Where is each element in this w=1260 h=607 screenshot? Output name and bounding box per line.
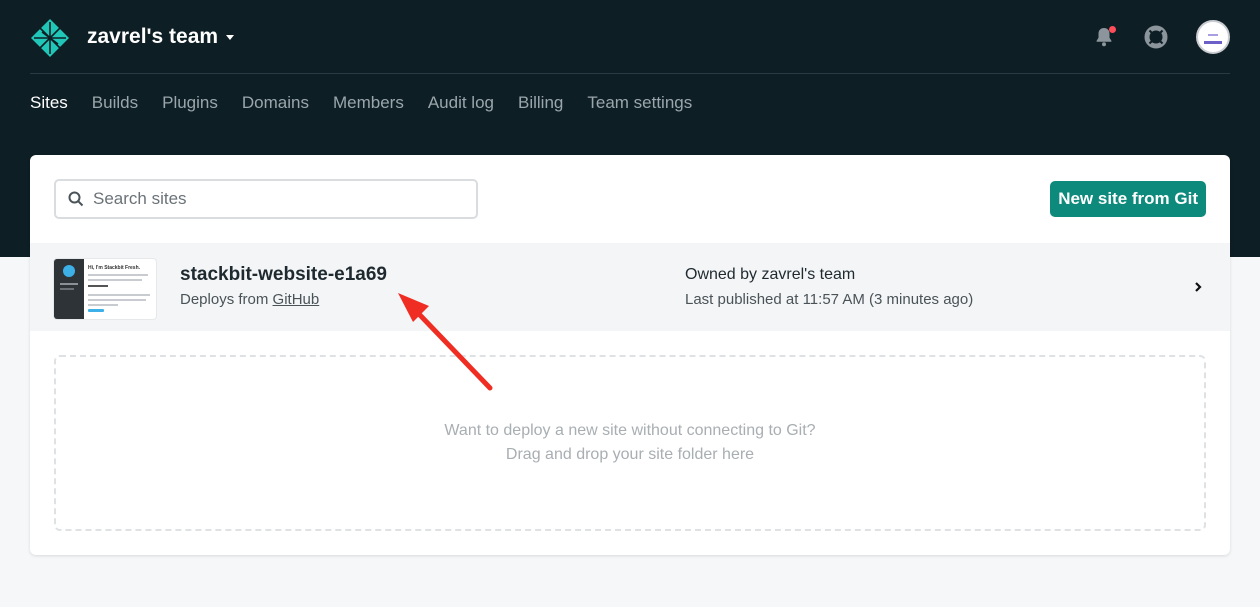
search-input[interactable] [93,189,453,209]
thumbnail-button [88,309,104,312]
sites-card: New site from Git Hi, I'm Stackbit Fresh… [30,155,1230,555]
thumbnail-sidebar-line [60,283,78,285]
site-list-item[interactable]: Hi, I'm Stackbit Fresh. stackbit-website… [30,243,1230,331]
dropzone-line-1: Want to deploy a new site without connec… [444,422,816,439]
new-site-from-git-button[interactable]: New site from Git [1050,181,1206,217]
github-link[interactable]: GitHub [273,291,320,308]
thumbnail-logo [63,265,75,277]
team-switcher[interactable]: zavrel's team [87,25,236,49]
site-deploy-source: Deploys from GitHub [180,291,319,308]
nav-item-team-settings[interactable]: Team settings [587,93,692,113]
nav-item-plugins[interactable]: Plugins [162,93,218,113]
nav-item-billing[interactable]: Billing [518,93,563,113]
site-name[interactable]: stackbit-website-e1a69 [180,264,387,286]
thumbnail-sidebar-line [60,288,74,290]
dropzone-line-2: Drag and drop your site folder here [505,446,755,463]
header-actions [1092,20,1230,54]
team-nav: Sites Builds Plugins Domains Members Aud… [30,93,692,113]
nav-item-builds[interactable]: Builds [92,93,138,113]
nav-item-sites[interactable]: Sites [30,93,68,113]
netlify-logo[interactable] [30,18,70,58]
nav-item-members[interactable]: Members [333,93,404,113]
thumbnail-text-line [88,294,150,296]
chevron-right-icon[interactable] [1192,280,1204,294]
thumbnail-text-line [88,304,118,306]
help-icon[interactable] [1144,25,1168,49]
caret-down-icon [226,35,235,40]
notifications-button[interactable] [1092,25,1116,49]
avatar-detail [1204,41,1222,44]
search-icon [68,191,84,207]
thumbnail-heading: Hi, I'm Stackbit Fresh. [88,265,141,271]
nav-item-audit-log[interactable]: Audit log [428,93,494,113]
thumbnail-text-line [88,299,146,301]
site-thumbnail[interactable]: Hi, I'm Stackbit Fresh. [54,259,156,319]
header-divider [30,73,1230,74]
drag-drop-zone[interactable]: Want to deploy a new site without connec… [54,355,1206,531]
thumbnail-text-line [88,279,142,281]
thumbnail-text-line [88,285,108,287]
search-box[interactable] [54,179,478,219]
nav-item-domains[interactable]: Domains [242,93,309,113]
deploys-prefix: Deploys from [180,291,269,308]
thumbnail-text-line [88,274,148,276]
avatar-detail [1208,34,1218,36]
team-name: zavrel's team [87,25,219,48]
user-avatar[interactable] [1196,20,1230,54]
site-last-published: Last published at 11:57 AM (3 minutes ag… [685,291,974,308]
notification-dot [1109,26,1116,33]
site-owner: Owned by zavrel's team [685,266,856,283]
